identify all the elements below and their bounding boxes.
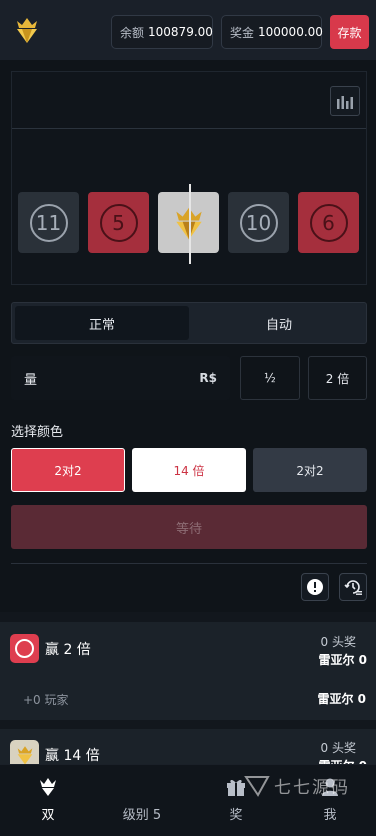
half-button[interactable]: ½ bbox=[240, 356, 300, 400]
result-card-red: 赢 2 倍 0 头奖 雷亚尔 0 +0 玩家 雷亚尔 0 bbox=[0, 622, 376, 720]
crown-diamond-logo-icon[interactable] bbox=[14, 15, 40, 45]
deposit-button[interactable]: 存款 bbox=[330, 15, 369, 49]
tile-number: 6 bbox=[309, 203, 348, 242]
bonus-label: 奖金 bbox=[230, 25, 255, 40]
mode-tabs: 正常 自动 bbox=[11, 302, 367, 344]
info-button[interactable] bbox=[301, 573, 329, 601]
win-label: 赢 14 倍 bbox=[45, 747, 100, 764]
players-total: 雷亚尔 0 bbox=[317, 692, 366, 706]
tab-auto[interactable]: 自动 bbox=[193, 306, 365, 340]
amount-label: 量 bbox=[24, 372, 38, 388]
double-button[interactable]: 2 倍 bbox=[308, 356, 367, 400]
bet-black-button[interactable]: 2对2 bbox=[253, 448, 367, 492]
jackpot-label: 0 头奖 bbox=[320, 741, 356, 755]
red-badge-icon bbox=[10, 634, 39, 663]
crown-icon bbox=[37, 776, 59, 798]
nav-label: 双 bbox=[41, 808, 55, 823]
roll-indicator-line bbox=[189, 184, 191, 264]
wait-button[interactable]: 等待 bbox=[11, 505, 367, 549]
result-card-gold: 赢 14 倍 0 头奖 雷亚尔 0 bbox=[0, 729, 376, 773]
players-count: +0 玩家 bbox=[23, 693, 69, 707]
bonus-pill: 奖金 100000.00 bbox=[221, 15, 323, 49]
history-button[interactable] bbox=[339, 573, 367, 601]
bet-white-button[interactable]: 14 倍 bbox=[132, 448, 246, 492]
roll-tile-red: 6 bbox=[298, 192, 359, 253]
select-color-label: 选择颜色 bbox=[11, 425, 64, 440]
watermark-logo-icon bbox=[244, 775, 270, 797]
roll-tile-red: 5 bbox=[88, 192, 149, 253]
currency-label: R$ bbox=[199, 371, 217, 385]
watermark-label: 七七源码 bbox=[274, 778, 350, 798]
roll-tile-black: 10 bbox=[228, 192, 289, 253]
tile-number: 5 bbox=[99, 203, 138, 242]
balance-pill: 余额 100879.00 bbox=[111, 15, 213, 49]
roll-tile-black: 11 bbox=[18, 192, 79, 253]
history-icon bbox=[344, 580, 362, 595]
tile-number: 10 bbox=[239, 203, 278, 242]
balance-value: 100879.00 bbox=[148, 25, 213, 39]
player-amount: 雷亚尔 0 bbox=[318, 653, 367, 667]
bet-red-button[interactable]: 2对2 bbox=[11, 448, 125, 492]
result-head: 赢 2 倍 bbox=[10, 634, 91, 663]
watermark-text: 七七源码 bbox=[244, 773, 350, 798]
tile-number: 11 bbox=[29, 203, 68, 242]
win-label: 赢 2 倍 bbox=[45, 641, 91, 658]
alert-icon bbox=[307, 579, 323, 595]
amount-input[interactable]: 量 R$ bbox=[11, 356, 230, 400]
nav-label: 级别 5 bbox=[122, 808, 162, 823]
nav-label: 我 bbox=[323, 808, 337, 823]
balance-label: 余额 bbox=[120, 25, 145, 40]
nav-label: 奖 bbox=[229, 808, 243, 823]
game-board: 11 5 10 6 bbox=[11, 71, 367, 285]
bonus-value: 100000.00 bbox=[258, 25, 323, 39]
nav-level[interactable]: 级别 5 bbox=[110, 765, 174, 836]
tab-normal[interactable]: 正常 bbox=[15, 306, 189, 340]
nav-double[interactable]: 双 bbox=[22, 765, 74, 836]
section-divider bbox=[11, 563, 367, 564]
jackpot-label: 0 头奖 bbox=[320, 635, 356, 649]
board-divider bbox=[12, 128, 366, 129]
stats-button[interactable] bbox=[330, 86, 360, 116]
bar-chart-icon bbox=[337, 96, 353, 109]
